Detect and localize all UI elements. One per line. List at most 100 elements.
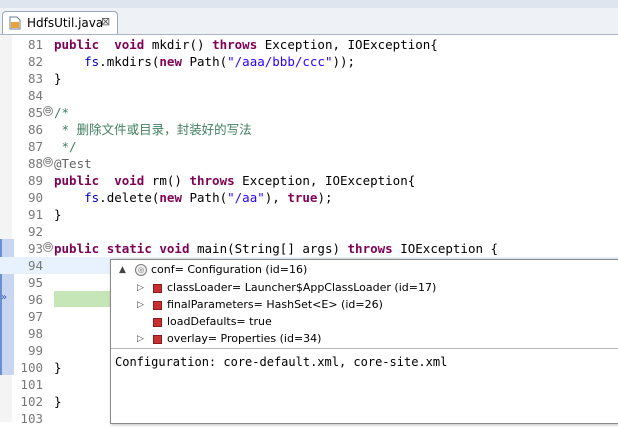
instruction-pointer-icon: »: [1, 292, 8, 303]
line-number: 98: [27, 326, 43, 341]
code-token: true: [287, 190, 318, 205]
line-number: 81: [27, 37, 43, 52]
line-number: 100: [20, 360, 43, 375]
code-line[interactable]: 88 ⊖ @Test: [0, 155, 618, 172]
code-token: void: [159, 241, 190, 256]
tree-child-row[interactable]: ▷ classLoader= Launcher$AppClassLoader (i…: [111, 279, 618, 297]
line-number: 91: [27, 207, 43, 222]
code-line[interactable]: 92: [0, 223, 618, 240]
field-icon: [153, 301, 162, 310]
code-token: public: [54, 37, 100, 52]
code-token: void: [114, 173, 145, 188]
line-number: 86: [27, 122, 43, 137]
expand-icon[interactable]: ▷: [137, 330, 144, 348]
line-number: 95: [27, 275, 43, 290]
code-token: fs: [84, 190, 100, 205]
code-token: }: [54, 360, 62, 375]
line-number: 103: [20, 411, 43, 426]
tree-child-label: finalParameters= HashSet<E> (id=26): [167, 298, 383, 311]
line-number: 82: [27, 54, 43, 69]
code-token: * 删除文件或目录，封装好的写法: [54, 122, 252, 137]
java-file-icon: [9, 16, 21, 30]
code-token: );: [317, 190, 333, 205]
code-token: */: [54, 139, 77, 154]
variable-inspect-popup[interactable]: ▲ ◎ conf= Configuration (id=16) ▷ classLo…: [110, 259, 618, 424]
code-line[interactable]: 86 * 删除文件或目录，封装好的写法: [0, 121, 618, 138]
line-number: 94: [27, 258, 43, 273]
code-line[interactable]: 87 */: [0, 138, 618, 155]
code-token: mkdir(): [144, 37, 213, 52]
line-number: 93: [27, 241, 43, 256]
tree-child-label: loadDefaults= true: [167, 315, 272, 328]
fold-toggle-icon[interactable]: ⊖: [43, 106, 53, 116]
code-token: @Test: [54, 156, 92, 171]
code-text: fs.mkdirs(new Path("/aaa/bbb/ccc"));: [54, 53, 355, 70]
tree-root-row[interactable]: ▲ ◎ conf= Configuration (id=16): [111, 261, 618, 279]
code-token: main(String[] args): [189, 241, 348, 256]
tab-hdfsutil-java[interactable]: HdfsUtil.java ⊠: [2, 11, 118, 34]
line-number: 102: [20, 394, 43, 409]
code-line[interactable]: 91}: [0, 206, 618, 223]
code-text: public void rm() throws Exception, IOExc…: [54, 172, 415, 189]
code-text: @Test: [54, 155, 92, 172]
code-text: fs.delete(new Path("/aa"), true);: [54, 189, 333, 206]
tree-child-row[interactable]: ▷ finalParameters= HashSet<E> (id=26): [111, 296, 618, 314]
code-text: }: [54, 206, 62, 223]
object-icon: ◎: [135, 264, 147, 276]
code-token: public: [54, 173, 100, 188]
code-token: ));: [332, 54, 356, 69]
expand-icon[interactable]: ▷: [137, 279, 144, 297]
tree-root-label: conf= Configuration (id=16): [151, 263, 308, 276]
code-token: new: [159, 54, 182, 69]
fold-toggle-icon[interactable]: ⊖: [43, 157, 53, 167]
code-token: /*: [54, 105, 70, 120]
tree-child-row[interactable]: loadDefaults= true: [111, 313, 618, 331]
line-number: 85: [27, 105, 43, 120]
line-number: 96: [27, 292, 43, 307]
line-number: 84: [27, 88, 43, 103]
code-token: .mkdirs(: [99, 54, 160, 69]
field-icon: [153, 284, 162, 293]
code-text: }: [54, 393, 62, 410]
field-icon: [153, 335, 162, 344]
code-token: IOException {: [392, 241, 499, 256]
line-number: 90: [27, 190, 43, 205]
code-text: */: [54, 138, 77, 155]
code-text: public void mkdir() throws Exception, IO…: [54, 36, 438, 53]
detail-text: Configuration: core-default.xml, core-si…: [115, 355, 448, 369]
fold-toggle-icon[interactable]: ⊖: [43, 242, 53, 252]
tree-child-row[interactable]: ▷ overlay= Properties (id=34): [111, 330, 618, 348]
code-line[interactable]: 83}: [0, 70, 618, 87]
tree-child-label: overlay= Properties (id=34): [167, 332, 322, 345]
code-token: Exception, IOException{: [234, 173, 416, 188]
code-token: throws: [189, 173, 235, 188]
code-text: }: [54, 70, 62, 87]
close-icon[interactable]: ⊠: [101, 15, 110, 28]
code-line[interactable]: 82 fs.mkdirs(new Path("/aaa/bbb/ccc"));: [0, 53, 618, 70]
code-token: }: [54, 394, 62, 409]
code-line[interactable]: 84: [0, 87, 618, 104]
code-token: Path(: [181, 54, 228, 69]
expand-icon[interactable]: ▷: [137, 296, 144, 314]
code-line[interactable]: 85 ⊖/*: [0, 104, 618, 121]
code-token: fs: [84, 54, 100, 69]
code-line[interactable]: 90 fs.delete(new Path("/aa"), true);: [0, 189, 618, 206]
code-line[interactable]: 81 public void mkdir() throws Exception, …: [0, 36, 618, 53]
variable-tree: ▲ ◎ conf= Configuration (id=16) ▷ classLo…: [111, 260, 618, 348]
code-line[interactable]: 89 public void rm() throws Exception, IOE…: [0, 172, 618, 189]
code-token: public: [54, 241, 100, 256]
line-number: 87: [27, 139, 43, 154]
line-number: 89: [27, 173, 43, 188]
field-icon: [153, 318, 162, 327]
line-number: 97: [27, 309, 43, 324]
code-line[interactable]: 93 ⊖ public static void main(String[] args…: [0, 240, 618, 257]
code-token: void: [114, 37, 145, 52]
code-token: Exception, IOException{: [257, 37, 438, 52]
collapse-icon[interactable]: ▲: [119, 261, 126, 279]
code-token: }: [54, 207, 62, 222]
line-number: 99: [27, 343, 43, 358]
